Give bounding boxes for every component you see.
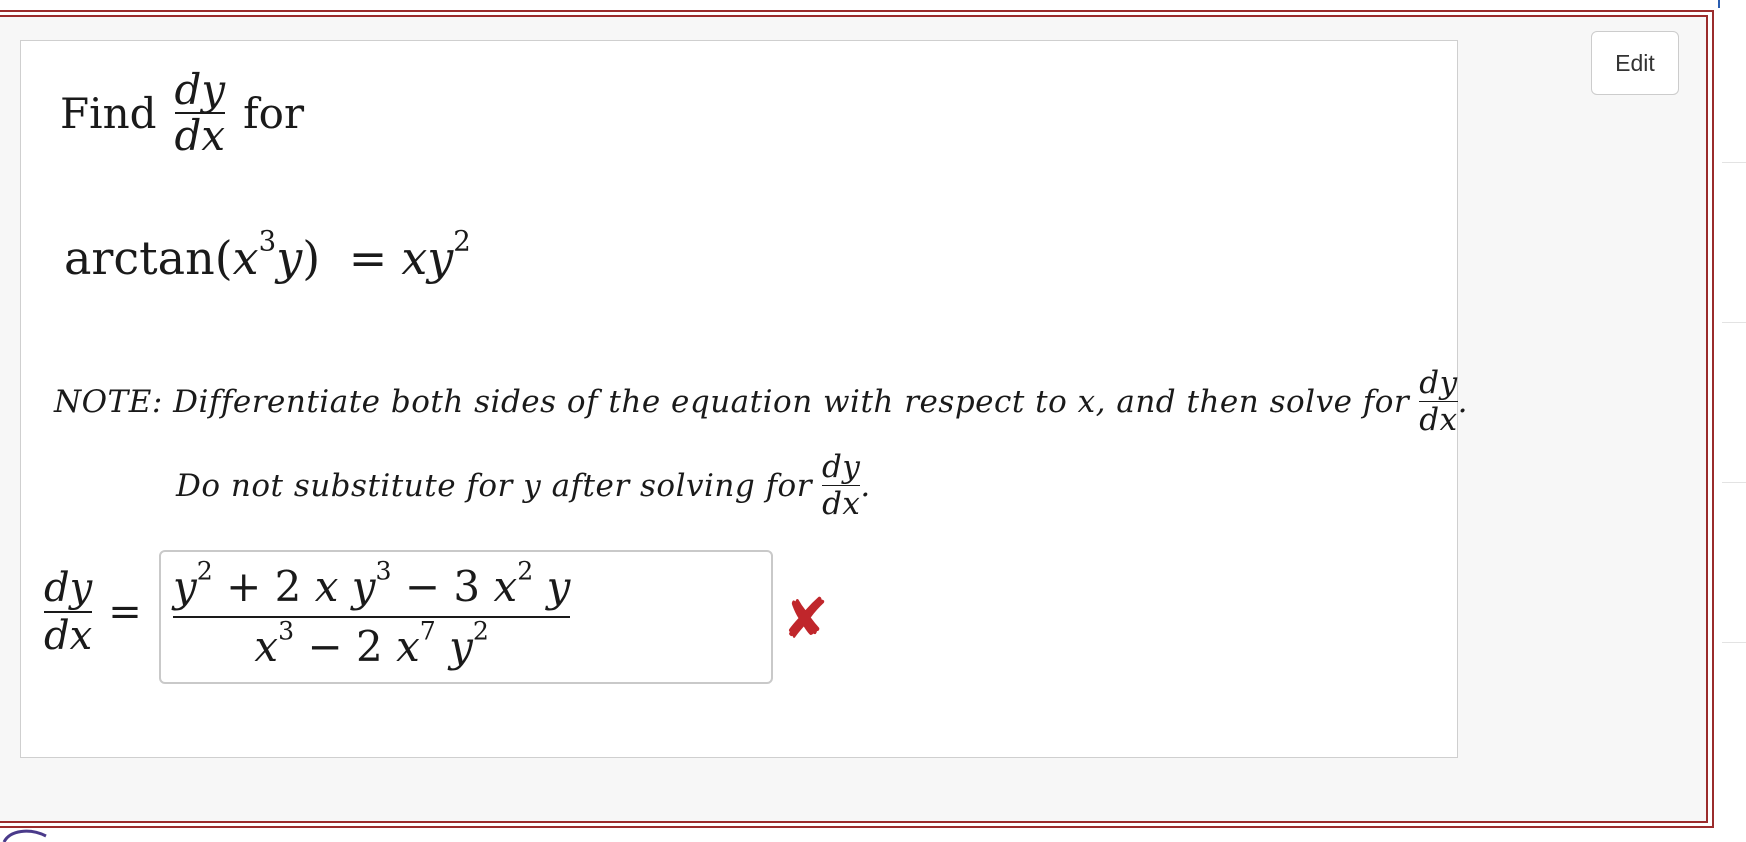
gutter-divider (1722, 642, 1746, 643)
answer-equals: = (108, 589, 142, 635)
pen-scribble-icon (2, 829, 47, 842)
exponent: 2 (517, 556, 534, 586)
find-prefix: Find (60, 88, 157, 138)
given-equation: arctan(x3y) = xy2 (64, 224, 471, 288)
note-period: . (1457, 383, 1468, 420)
question-prompt: Find dy dx for (60, 68, 304, 158)
operator: − 2 (294, 622, 397, 671)
x-mark-icon: ✘ (782, 587, 829, 652)
fraction-numerator: dy (1419, 365, 1458, 401)
equation-equals: = (348, 231, 388, 285)
note-body: NOTE: Differentiate both sides of the eq… (54, 383, 1410, 420)
gutter-divider (1722, 162, 1746, 163)
operator: − 3 (391, 562, 494, 611)
exponent: 7 (419, 616, 436, 646)
note-sub-period: . (860, 467, 871, 504)
operator: + 2 (212, 562, 315, 611)
answer-input[interactable]: y2 + 2 x y3 − 3 x2 y x3 − 2 x7 y2 (159, 550, 773, 684)
note-sub-derivative-fraction: dy dx (822, 449, 861, 522)
equation-func: arctan( (64, 231, 233, 285)
fraction-denominator: dx (822, 486, 861, 522)
note-derivative-fraction: dy dx (1419, 365, 1458, 438)
note-sub-body: Do not substitute for y after solving fo… (176, 467, 813, 504)
term: x (314, 562, 339, 611)
exponent: 3 (375, 556, 392, 586)
exponent: 3 (278, 616, 295, 646)
derivative-fraction: dy dx (174, 65, 226, 160)
fraction-denominator: dx (1419, 402, 1458, 438)
answer-fraction: y2 + 2 x y3 − 3 x2 y x3 − 2 x7 y2 (173, 556, 571, 674)
answer-denominator: x3 − 2 x7 y2 (254, 616, 489, 674)
term: x (254, 622, 279, 671)
equation-rhs: xy (401, 231, 454, 285)
note-text: NOTE: Differentiate both sides of the eq… (54, 365, 1468, 438)
equation-x: x (232, 231, 259, 285)
exponent: 2 (472, 616, 489, 646)
term: y (173, 562, 197, 611)
gutter-divider (1722, 322, 1746, 323)
right-gutter (1722, 0, 1746, 842)
fraction-numerator: dy (822, 449, 861, 485)
term: y (338, 562, 376, 611)
term: x (396, 622, 420, 671)
exponent: 2 (196, 556, 213, 586)
find-suffix: for (243, 88, 305, 138)
term: x (493, 562, 518, 611)
scroll-indicator (1718, 0, 1720, 8)
answer-label: dy dx = (44, 565, 142, 659)
term: y (533, 562, 571, 611)
answer-numerator: y2 + 2 x y3 − 3 x2 y (173, 556, 571, 614)
equation-close-paren: ) (302, 231, 321, 285)
edit-button[interactable]: Edit (1591, 31, 1679, 95)
fraction-numerator: dy (174, 65, 226, 114)
term: y (435, 622, 473, 671)
fraction-numerator: dy (44, 565, 93, 611)
equation-y: y (276, 231, 303, 285)
gutter-divider (1722, 482, 1746, 483)
fraction-bar (173, 616, 571, 618)
fraction-denominator: dx (174, 111, 226, 160)
equation-rhs-exponent: 2 (453, 224, 471, 258)
equation-x-exponent: 3 (258, 224, 277, 258)
fraction-denominator: dx (44, 613, 93, 659)
note-subtext: Do not substitute for y after solving fo… (176, 449, 871, 522)
answer-label-fraction: dy dx (44, 565, 93, 659)
